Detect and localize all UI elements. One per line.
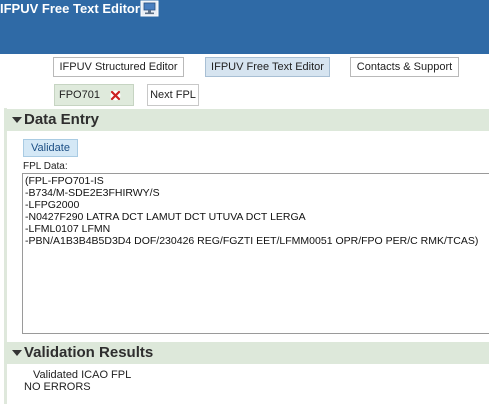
- subtab-next-fpl[interactable]: Next FPL: [147, 84, 199, 106]
- data-entry-header[interactable]: Data Entry: [4, 109, 489, 131]
- data-entry-title: Data Entry: [24, 111, 100, 128]
- subtab-fpo701[interactable]: FPO701: [54, 84, 134, 106]
- app-window: IFPUV Free Text Editor IFPUV Structured …: [0, 0, 489, 404]
- monitor-icon: [140, 0, 159, 17]
- tab-structured-editor[interactable]: IFPUV Structured Editor: [53, 57, 184, 77]
- validation-results-header[interactable]: Validation Results: [4, 342, 489, 364]
- top-tab-bar: IFPUV Structured Editor IFPUV Free Text …: [0, 54, 489, 82]
- sub-tab-bar: FPO701 Next FPL: [0, 82, 489, 108]
- close-icon[interactable]: [110, 90, 121, 101]
- collapse-triangle-icon[interactable]: [12, 117, 22, 123]
- fpl-data-label: FPL Data:: [23, 161, 68, 172]
- fpl-data-textarea[interactable]: (FPL-FPO701-IS -B734/M-SDE2E3FHIRWY/S -L…: [22, 173, 489, 334]
- subtab-fpo701-label: FPO701: [59, 89, 100, 101]
- app-header: IFPUV Free Text Editor: [0, 0, 489, 54]
- validation-results-title: Validation Results: [24, 344, 154, 361]
- tab-free-text-editor[interactable]: IFPUV Free Text Editor: [205, 57, 330, 77]
- validate-button[interactable]: Validate: [23, 139, 78, 157]
- collapse-triangle-icon[interactable]: [12, 350, 22, 356]
- validated-icao-label: Validated ICAO FPL: [33, 369, 132, 381]
- tab-contacts-support[interactable]: Contacts & Support: [350, 57, 459, 77]
- validation-status: NO ERRORS: [24, 381, 91, 393]
- app-title: IFPUV Free Text Editor: [0, 1, 140, 16]
